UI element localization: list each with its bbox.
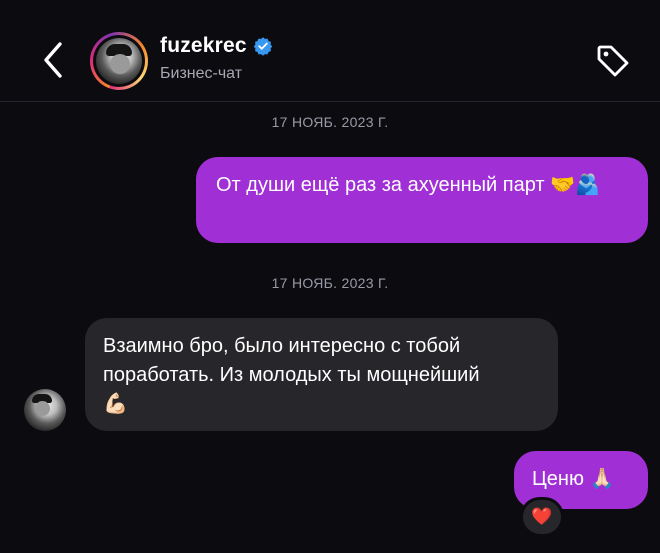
tag-button[interactable]: [594, 42, 632, 80]
outgoing-message-bubble[interactable]: От души ещё раз за ахуенный парт 🤝🫂: [196, 157, 648, 243]
date-separator: 17 НОЯБ. 2023 Г.: [271, 114, 389, 130]
username[interactable]: fuzekrec: [160, 34, 247, 58]
back-button[interactable]: [34, 38, 74, 82]
heart-icon: ❤️: [531, 507, 553, 526]
username-row[interactable]: fuzekrec: [160, 34, 273, 58]
chat-subtitle: Бизнес-чат: [160, 65, 243, 82]
sender-avatar[interactable]: [24, 389, 66, 431]
profile-avatar[interactable]: [90, 32, 148, 90]
message-text-line: 💪🏻: [103, 393, 128, 415]
chat-header: fuzekrec Бизнес-чат: [0, 0, 660, 102]
message-text: От души ещё раз за ахуенный парт 🤝🫂: [216, 174, 600, 196]
chevron-left-icon: [44, 42, 62, 78]
message-text: Ценю 🙏🏻: [532, 468, 615, 490]
date-separator: 17 НОЯБ. 2023 Г.: [271, 275, 389, 291]
tag-icon: [597, 45, 629, 77]
message-text-line: поработать. Из молодых ты мощнейший: [103, 364, 480, 386]
heart-reaction[interactable]: ❤️: [520, 497, 564, 537]
message-text-line: Взаимно бро, было интересно с тобой: [103, 335, 461, 357]
incoming-message-bubble[interactable]: Взаимно бро, было интересно с тобой пора…: [85, 318, 558, 431]
verified-badge-icon: [253, 37, 273, 56]
chat-screen: fuzekrec Бизнес-чат 17 НОЯБ. 2023 Г. От …: [0, 0, 660, 553]
